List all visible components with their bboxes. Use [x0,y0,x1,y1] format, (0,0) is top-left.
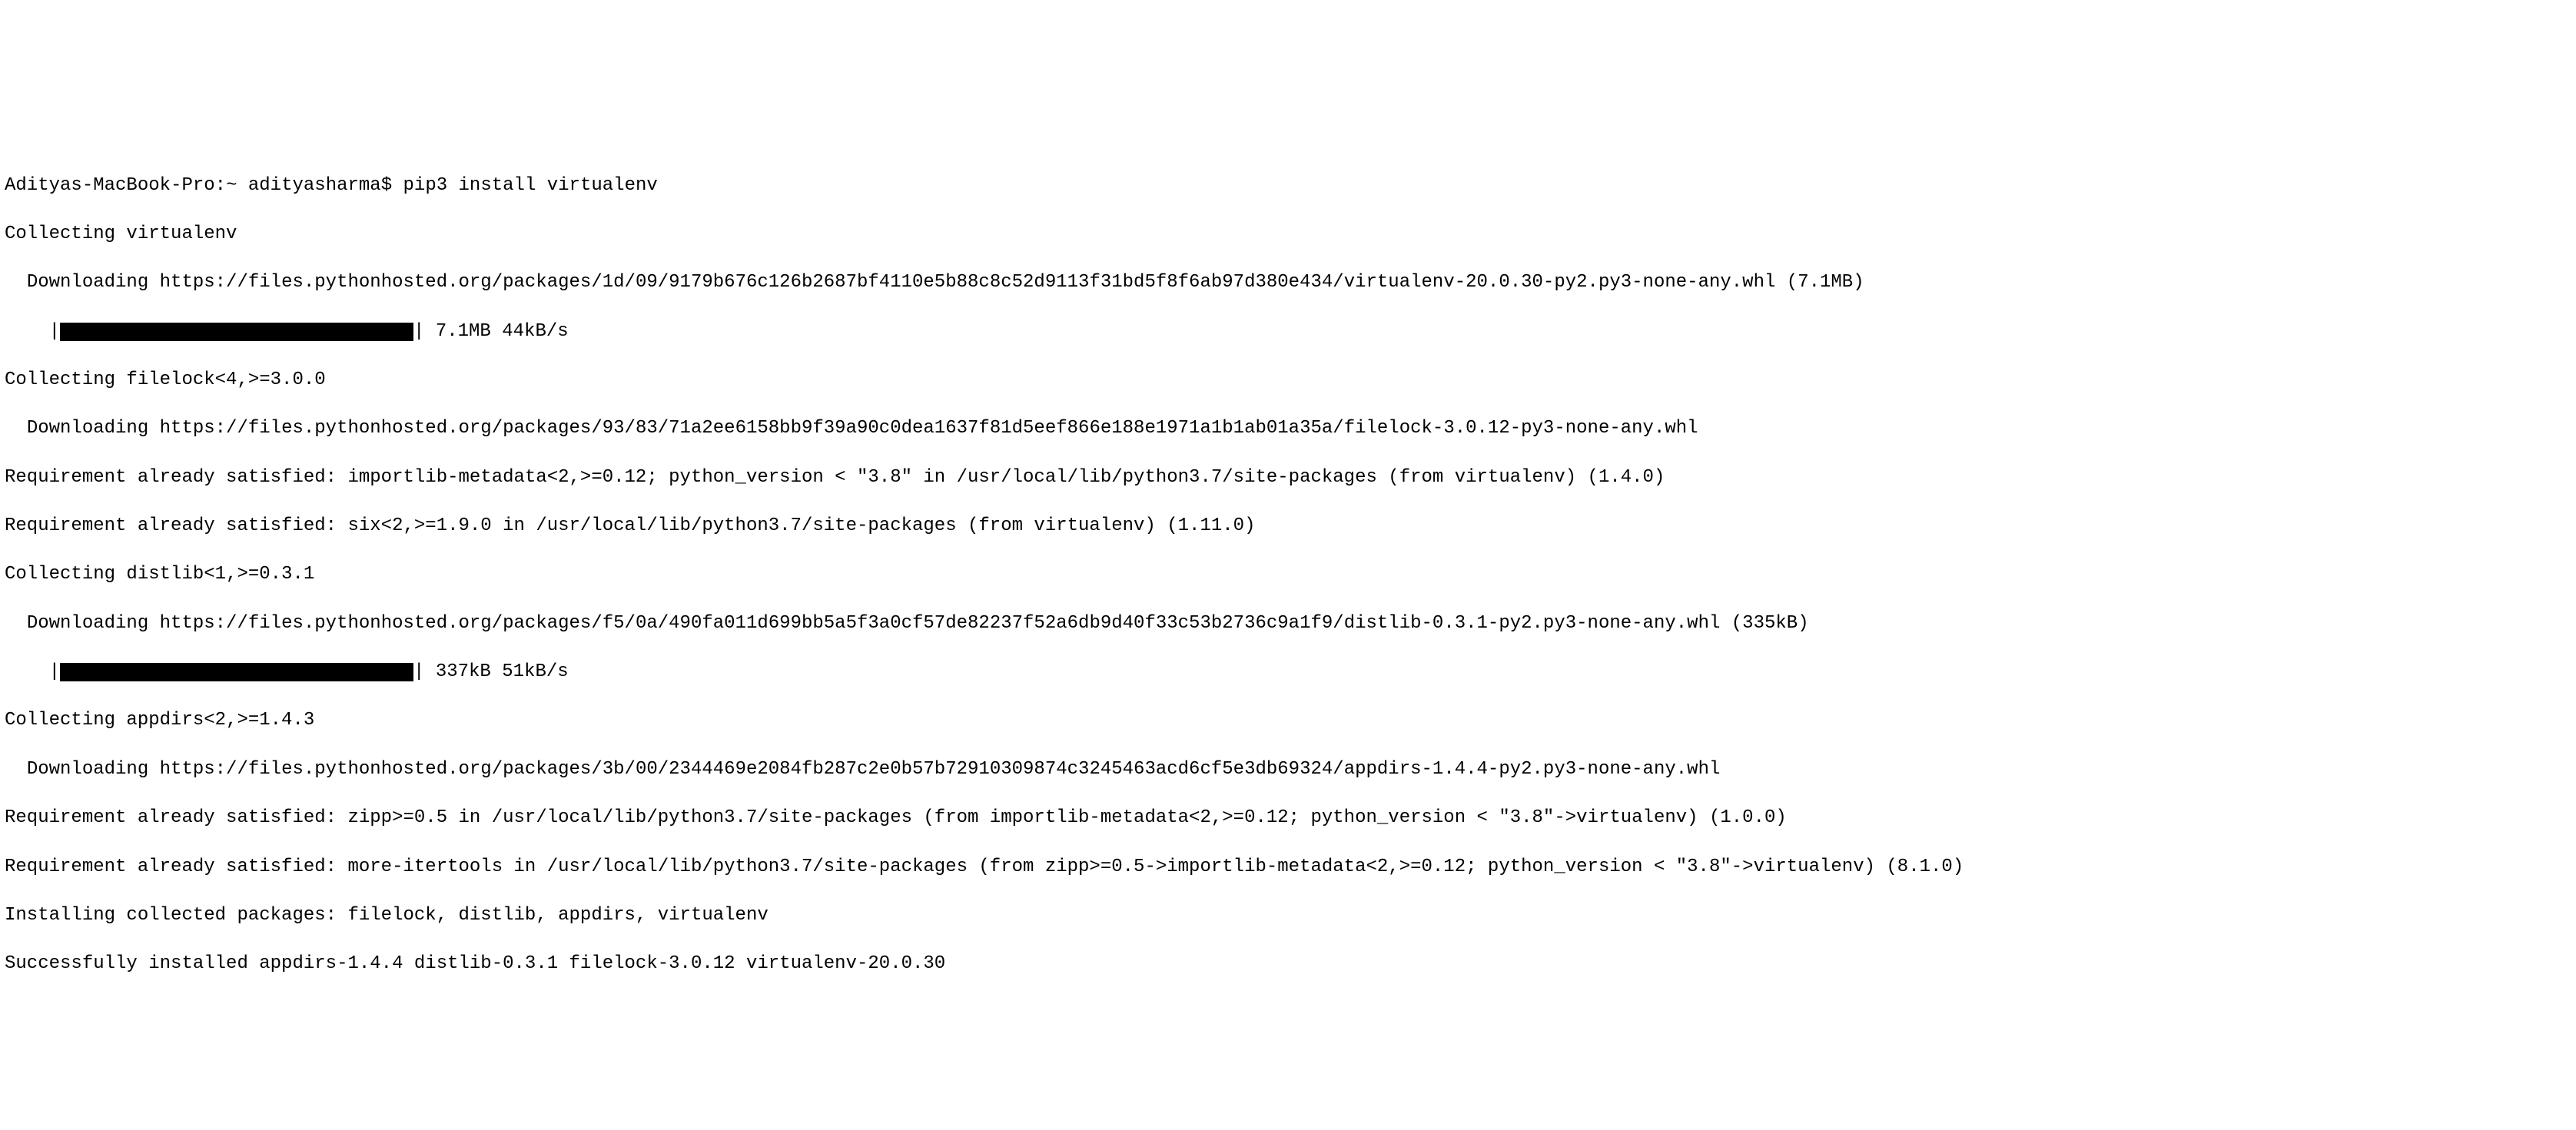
output-line: Collecting filelock<4,>=3.0.0 [5,368,2571,393]
output-line: Requirement already satisfied: zipp>=0.5… [5,806,2571,830]
progress-bar-wrap: || [49,320,425,344]
progress-indent [5,320,49,344]
output-line: Installing collected packages: filelock,… [5,903,2571,928]
output-line: Collecting appdirs<2,>=1.4.3 [5,708,2571,733]
output-line: Requirement already satisfied: six<2,>=1… [5,514,2571,538]
progress-bar-wrap: || [49,660,425,684]
progress-line: || 337kB 51kB/s [5,660,2571,684]
output-line: Downloading https://files.pythonhosted.o… [5,270,2571,295]
progress-line: || 7.1MB 44kB/s [5,320,2571,344]
pipe-icon: | [49,320,60,344]
progress-indent [5,660,49,684]
progress-bar [60,323,413,341]
output-line: Downloading https://files.pythonhosted.o… [5,611,2571,636]
output-line: Downloading https://files.pythonhosted.o… [5,416,2571,441]
terminal-output[interactable]: Adityas-MacBook-Pro:~ adityasharma$ pip3… [0,121,2576,1008]
pipe-icon: | [413,660,424,684]
progress-bar [60,663,413,681]
output-line: Downloading https://files.pythonhosted.o… [5,757,2571,782]
output-line: Successfully installed appdirs-1.4.4 dis… [5,952,2571,976]
progress-text: 7.1MB 44kB/s [424,320,568,344]
output-line: Requirement already satisfied: more-iter… [5,855,2571,880]
prompt-sep: $ [381,175,392,196]
prompt-host: Adityas-MacBook-Pro [5,175,215,196]
command-text: pip3 install virtualenv [403,175,658,196]
pipe-icon: | [413,320,424,344]
output-line: Collecting virtualenv [5,222,2571,247]
prompt-cwd: ~ [226,175,237,196]
pipe-icon: | [49,660,60,684]
progress-text: 337kB 51kB/s [424,660,568,684]
output-line: Collecting distlib<1,>=0.3.1 [5,562,2571,587]
output-line: Requirement already satisfied: importlib… [5,466,2571,490]
prompt-line: Adityas-MacBook-Pro:~ adityasharma$ pip3… [5,174,2571,198]
prompt-user: adityasharma [248,175,381,196]
